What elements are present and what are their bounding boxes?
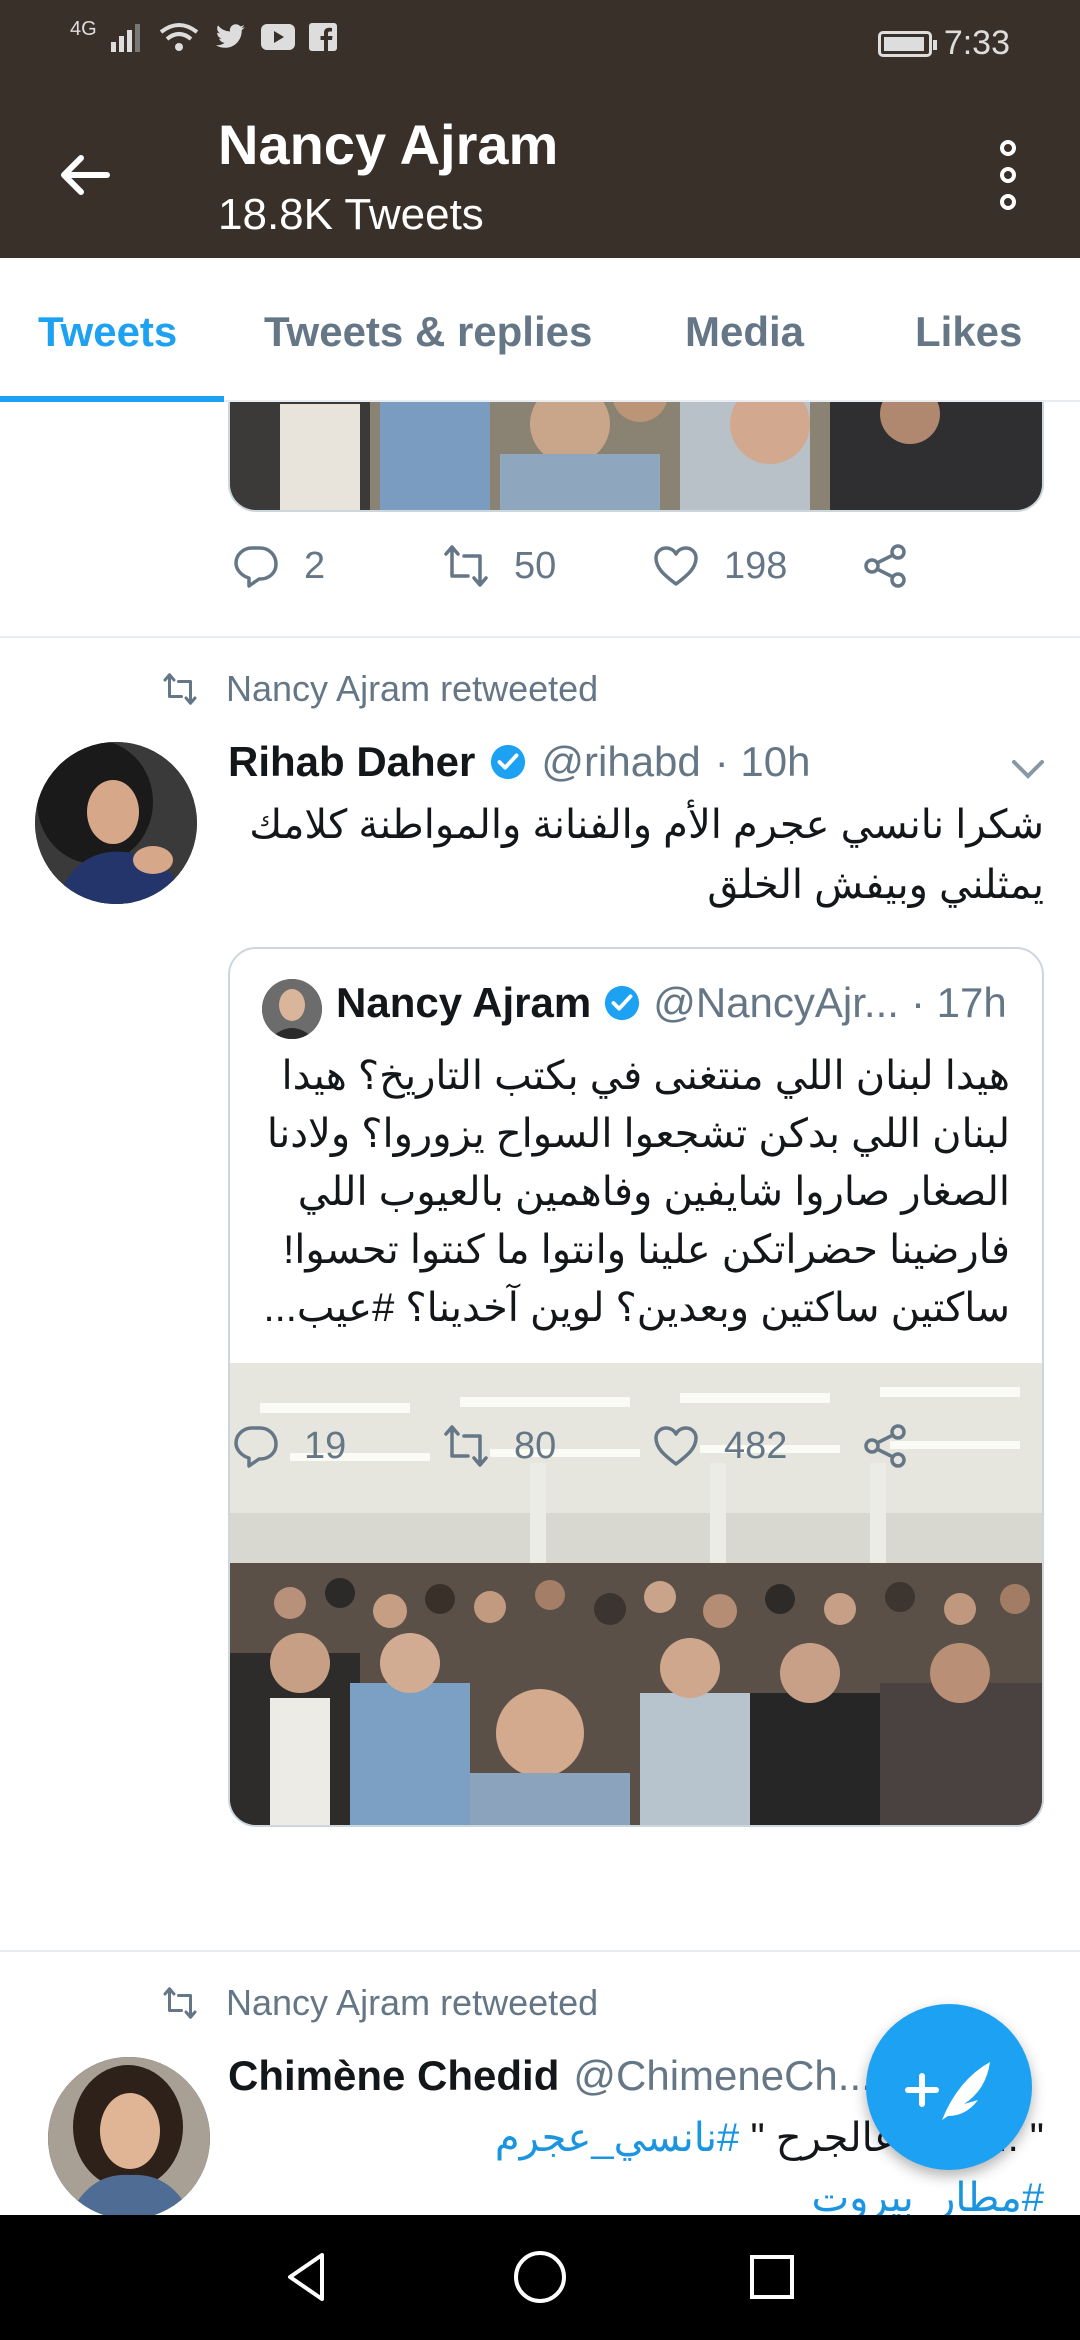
like-button[interactable]: 482	[652, 1422, 862, 1470]
divider	[0, 636, 1080, 638]
hashtag-link[interactable]: #مطار_بيروت	[812, 2176, 1044, 2215]
quote-text-line: ساكتين ساكتين وبعدين؟ لوين آخدينا؟ #عيب.…	[263, 1286, 1010, 1330]
verified-badge-icon	[491, 744, 526, 780]
dot-icon	[1000, 167, 1016, 183]
quote-text-line: الصغار صاروا شايفين وفاهمين بالعيوب اللي	[297, 1170, 1010, 1214]
share-button[interactable]	[862, 542, 910, 590]
avatar	[262, 979, 322, 1039]
chevron-down-icon[interactable]	[1008, 754, 1048, 784]
retweet-count: 50	[514, 544, 557, 587]
status-left: 4G	[70, 18, 337, 52]
tweet-count: 18.8K Tweets	[218, 190, 484, 239]
retweet-count: 80	[514, 1424, 557, 1467]
retweet-icon	[444, 545, 488, 587]
share-button[interactable]	[862, 1422, 910, 1470]
quote-author-name: Nancy Ajram	[336, 979, 592, 1026]
quote-text-line: هيدا لبنان اللي منتغنى في بكتب التاريخ؟ …	[281, 1054, 1010, 1098]
quoted-tweet[interactable]: Nancy Ajram @NancyAjr... · 17h هيدا لبنا…	[228, 947, 1044, 1827]
like-count: 198	[724, 544, 788, 587]
avatar-photo	[262, 979, 322, 1039]
reply-icon	[234, 1426, 278, 1468]
like-button[interactable]: 198	[652, 542, 862, 590]
like-count: 482	[724, 1424, 788, 1467]
signal-icon	[110, 24, 140, 52]
dot-icon	[1000, 140, 1016, 156]
tab-likes[interactable]: Likes	[915, 308, 1022, 356]
avatar-photo	[48, 2057, 210, 2215]
avatar[interactable]	[35, 742, 197, 904]
youtube-notification-icon	[260, 24, 295, 50]
share-icon	[864, 1424, 906, 1468]
retweet-button[interactable]: 50	[442, 542, 652, 590]
tweet-text-line: #مطار_بيروت	[228, 2168, 1044, 2215]
system-navigation-bar	[0, 2215, 1080, 2340]
tweet-header: Rihab Daher @rihabd · 10h	[228, 738, 811, 786]
dot-icon	[1000, 194, 1016, 210]
compose-tweet-button[interactable]	[866, 2004, 1032, 2170]
reply-button[interactable]: 19	[232, 1422, 442, 1470]
author-handle[interactable]: @ChimeneCh...	[573, 2052, 872, 2100]
tab-tweets-replies[interactable]: Tweets & replies	[264, 308, 592, 356]
tweet-media-image[interactable]	[228, 402, 1044, 512]
reply-button[interactable]: 2	[232, 542, 442, 590]
wifi-icon	[159, 23, 198, 51]
back-arrow-icon[interactable]	[55, 145, 115, 205]
nav-home-icon[interactable]	[508, 2245, 572, 2309]
quote-author-handle: @NancyAjr...	[653, 979, 899, 1026]
verified-badge-icon	[605, 985, 640, 1021]
tweet-text-line: يمثلني وبيفش الخلق	[707, 863, 1044, 907]
tab-media[interactable]: Media	[685, 308, 804, 356]
battery-icon	[877, 30, 937, 57]
tweet-text: شكرا نانسي عجرم الأم والفنانة والمواطنة …	[228, 795, 1044, 915]
quote-time: · 17h	[910, 979, 1007, 1026]
quote-text: هيدا لبنان اللي منتغنى في بكتب التاريخ؟ …	[250, 1047, 1010, 1337]
profile-name: Nancy Ajram	[218, 113, 559, 176]
tweet-actions: 19 80 482	[232, 1422, 910, 1470]
quote-text-line: لبنان اللي بدكن تشجعوا السواح يزوروا؟ ول…	[266, 1112, 1010, 1156]
twitter-notification-icon	[215, 24, 245, 48]
crowd-photo	[230, 402, 1042, 510]
retweet-context: Nancy Ajram retweeted	[160, 668, 598, 710]
retweet-icon	[163, 673, 197, 705]
reply-count: 19	[304, 1424, 347, 1467]
divider	[0, 1950, 1080, 1952]
avatar-photo	[35, 742, 197, 904]
author-handle[interactable]: @rihabd	[541, 738, 700, 786]
compose-feather-icon	[905, 2062, 990, 2120]
timeline[interactable]: 2 50 198 Nancy Ajram retweeted Rihab Dah…	[0, 402, 1080, 2215]
retweet-context-label: Nancy Ajram retweeted	[226, 668, 599, 709]
hashtag-link[interactable]: #نانسي_عجرم	[495, 2116, 740, 2160]
nav-back-icon[interactable]	[276, 2245, 340, 2309]
author-name[interactable]: Rihab Daher	[228, 738, 475, 786]
avatar[interactable]	[48, 2057, 210, 2215]
share-icon	[864, 544, 906, 588]
clock: 7:33	[943, 24, 1010, 62]
tab-tweets[interactable]: Tweets	[38, 308, 177, 356]
tweet-time: · 10h	[714, 738, 811, 785]
retweet-icon	[444, 1425, 488, 1467]
status-bar: 4G 7:33	[0, 0, 1080, 90]
reply-icon	[234, 546, 278, 588]
author-name[interactable]: Chimène Chedid	[228, 2052, 559, 2100]
facebook-notification-icon	[308, 23, 337, 51]
nav-recents-icon[interactable]	[740, 2245, 804, 2309]
retweet-context: Nancy Ajram retweeted	[160, 1982, 598, 2024]
heart-icon	[654, 1426, 698, 1466]
tweet-text-line: شكرا نانسي عجرم الأم والفنانة والمواطنة …	[249, 803, 1044, 847]
heart-icon	[654, 546, 698, 586]
status-right: 7:33	[877, 24, 1010, 63]
tweet-actions: 2 50 198	[232, 542, 910, 590]
retweet-icon	[163, 1987, 197, 2019]
quote-text-line: فارضينا حضراتكن علينا وانتوا ما كنتوا تح…	[283, 1228, 1010, 1272]
profile-tabs: Tweets Tweets & replies Media Likes	[0, 258, 1080, 402]
retweet-context-label: Nancy Ajram retweeted	[226, 1982, 599, 2023]
tweet-header: Chimène Chedid @ChimeneCh...	[228, 2052, 873, 2100]
app-header: 4G 7:33 Nancy Ajram 18.8K Tweets	[0, 0, 1080, 258]
retweet-button[interactable]: 80	[442, 1422, 652, 1470]
reply-count: 2	[304, 544, 326, 587]
overflow-menu-button[interactable]	[996, 140, 1020, 210]
network-type: 4G	[70, 17, 97, 40]
quote-header: Nancy Ajram @NancyAjr... · 17h	[336, 979, 1007, 1027]
